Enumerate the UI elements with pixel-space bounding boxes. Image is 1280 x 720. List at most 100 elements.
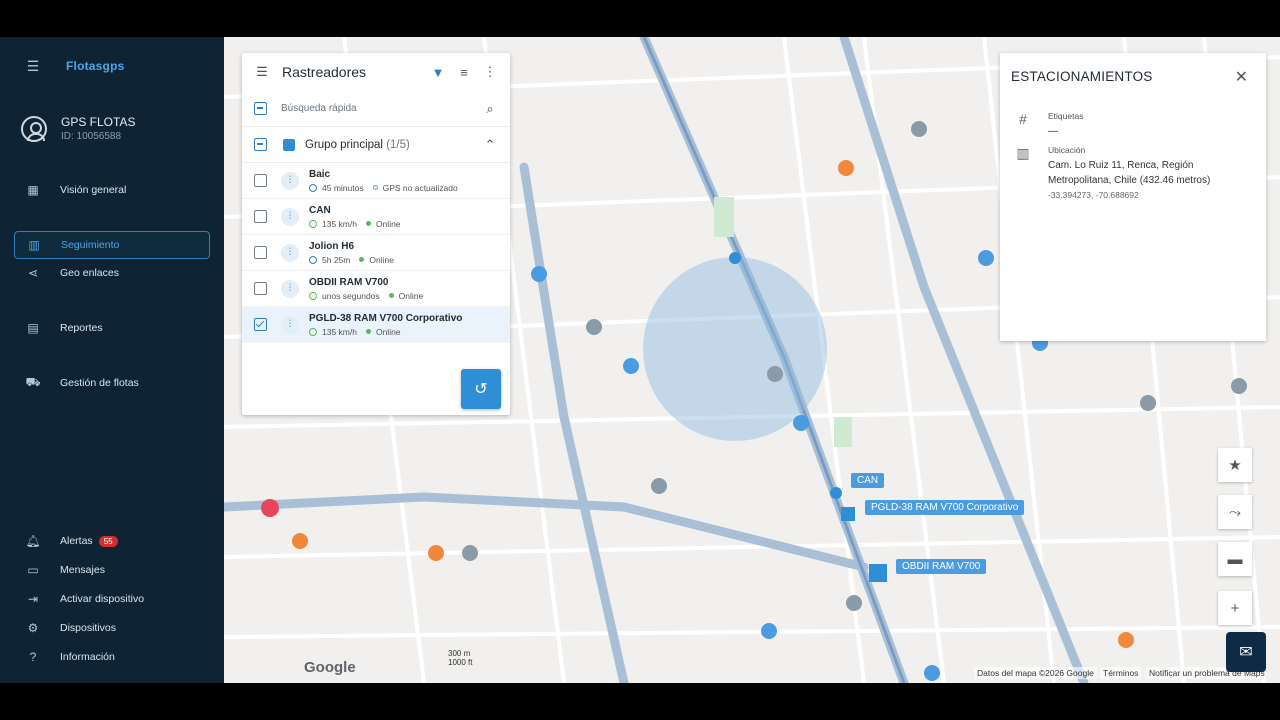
tracker-row[interactable]: ⫶ OBDII RAM V700 unos segundos Online (242, 271, 510, 307)
car-icon: ⛟ (25, 375, 41, 389)
nav-label: Visión general (60, 184, 127, 196)
filter-icon[interactable]: ▼ (430, 64, 446, 80)
tracker-time: 45 minutos (322, 182, 364, 193)
search-icon[interactable]: ⌕ (482, 101, 498, 117)
nav-label: Gestión de flotas (60, 377, 139, 389)
gear-icon: ⚙ (27, 621, 39, 635)
nav-label: Activar dispositivo (60, 593, 145, 605)
select-all-checkbox[interactable] (254, 102, 267, 115)
nav-vision-general[interactable]: ▦ Visión general (14, 176, 210, 204)
activate-icon: ⇥ (27, 592, 39, 606)
star-icon: ★ (1228, 457, 1242, 474)
status-dot (388, 293, 394, 298)
tracker-status: Online (398, 290, 424, 301)
status-dot (365, 221, 371, 226)
tracker-row[interactable]: ⫶ Jolion H6 5h 25m Online (242, 235, 510, 271)
reports-icon: ▤ (27, 321, 39, 335)
avatar-icon (21, 115, 47, 142)
collapse-panel-icon[interactable]: ☰ (254, 64, 270, 80)
vehicle-label-obdii[interactable]: OBDII RAM V700 (896, 559, 987, 574)
vehicle-label-pgld38[interactable]: PGLD-38 RAM V700 Corporativo (865, 500, 1025, 515)
tracker-row-selected[interactable]: ⫶ PGLD-38 RAM V700 Corporativo 135 km/h O… (242, 307, 510, 343)
tracker-status: Online (375, 218, 401, 229)
nav-label: Dispositivos (60, 622, 117, 634)
parking-panel: ESTACIONAMIENTOS ✕ # Etiquetas — ▥ Ubica… (1000, 53, 1266, 341)
tracker-name: CAN (309, 204, 331, 216)
measure-button[interactable]: ▬ (1218, 542, 1252, 576)
bell-icon: 🔔︎ (25, 534, 41, 548)
vehicle-label-can[interactable]: CAN (851, 473, 885, 488)
nav-label: Información (60, 651, 115, 663)
nav-label: Alertas (60, 535, 93, 547)
group-checkbox[interactable] (254, 138, 267, 151)
tags-label: Etiquetas (1048, 111, 1084, 121)
nav-alertas[interactable]: 🔔︎ Alertas 55 (14, 527, 210, 555)
tracker-checkbox[interactable] (254, 282, 267, 295)
nav-gestion-flotas[interactable]: ⛟ Gestión de flotas (14, 369, 210, 397)
route-button[interactable]: ⤳ (1218, 495, 1252, 529)
tracker-speed: 135 km/h (322, 326, 357, 337)
ruler-icon: ▬ (1227, 550, 1243, 568)
map-icon: ▥ (1016, 145, 1030, 161)
group-color-swatch (283, 138, 295, 151)
nav-seguimiento[interactable]: ▥ Seguimiento (14, 231, 210, 259)
nav-geo-enlaces[interactable]: ⋖ Geo enlaces (14, 259, 210, 287)
tracker-checkbox[interactable] (254, 174, 267, 187)
tracker-status: Online (375, 326, 401, 337)
tracker-row[interactable]: ⫶ Baic 45 minutos GPS no actualizado (242, 163, 510, 199)
menu-collapse-icon[interactable]: ☰ (26, 58, 40, 74)
tracker-checkbox[interactable] (254, 318, 267, 331)
tracker-time: 5h 25m (322, 254, 351, 265)
user-id: ID: 10056588 (61, 131, 122, 142)
nav-informacion[interactable]: ? Información (14, 643, 210, 671)
user-profile[interactable]: GPS FLOTAS ID: 10056588 (21, 115, 135, 142)
share-icon: ⋖ (27, 266, 39, 280)
map-scale: 300 m 1000 ft (448, 649, 472, 667)
location-label: Ubicación (1048, 145, 1086, 155)
tracker-name: Baic (309, 168, 331, 180)
nav-reportes[interactable]: ▤ Reportes (14, 314, 210, 342)
sort-icon[interactable]: ≡ (456, 64, 472, 80)
status-dot (359, 257, 365, 262)
map-icon: ▥ (28, 238, 40, 252)
tracker-device-icon: ⫶ (281, 315, 299, 334)
location-coords: -33.394273, -70.688692 (1048, 190, 1139, 200)
tracker-row[interactable]: ⫶ CAN 135 km/h Online (242, 199, 510, 235)
chat-icon: ✉ (1239, 644, 1253, 661)
clock-icon (309, 183, 317, 192)
chat-assistant-button[interactable]: ✉ (1226, 632, 1266, 672)
tracker-name: OBDII RAM V700 (309, 276, 389, 288)
favorites-button[interactable]: ★ (1218, 448, 1252, 482)
tracker-device-icon: ⫶ (281, 207, 299, 226)
map-terms-link[interactable]: Términos (1100, 667, 1142, 679)
tracker-checkbox[interactable] (254, 210, 267, 223)
group-name: Grupo principal (1/5) (305, 139, 472, 151)
chevron-up-icon[interactable]: ⌃ (482, 137, 498, 153)
tracker-name: Jolion H6 (309, 240, 355, 252)
location-value: Cam. Lo Ruiz 11, Renca, Región Metropoli… (1048, 160, 1211, 186)
group-header[interactable]: Grupo principal (1/5) ⌃ (242, 127, 510, 163)
panel-title: Rastreadores (282, 64, 367, 80)
more-options-icon[interactable]: ⋮ (482, 64, 498, 80)
history-button[interactable]: ↺ (461, 369, 501, 409)
scale-meters: 300 m (448, 649, 471, 658)
sidebar: ☰ Flotasgps GPS FLOTAS ID: 10056588 ▦ Vi… (0, 37, 224, 683)
close-icon[interactable]: ✕ (1235, 67, 1248, 87)
nav-mensajes[interactable]: ▭ Mensajes (14, 556, 210, 584)
nav-label: Reportes (60, 322, 103, 334)
nav-activar-dispositivo[interactable]: ⇥ Activar dispositivo (14, 585, 210, 613)
quick-search-input[interactable] (281, 103, 472, 114)
tracker-speed: 135 km/h (322, 218, 357, 229)
tracker-device-icon: ⫶ (281, 171, 299, 190)
plus-icon: + (1230, 599, 1240, 617)
speed-icon (309, 327, 317, 336)
tags-value: — (1048, 126, 1058, 137)
status-dot (372, 185, 378, 190)
group-count: (1/5) (386, 138, 410, 151)
nav-dispositivos[interactable]: ⚙ Dispositivos (14, 614, 210, 642)
tracker-status: GPS no actualizado (382, 182, 458, 193)
zoom-in-button[interactable]: + (1218, 591, 1252, 625)
tracker-checkbox[interactable] (254, 246, 267, 259)
history-icon: ↺ (474, 381, 488, 398)
dashboard-icon: ▦ (27, 183, 39, 197)
